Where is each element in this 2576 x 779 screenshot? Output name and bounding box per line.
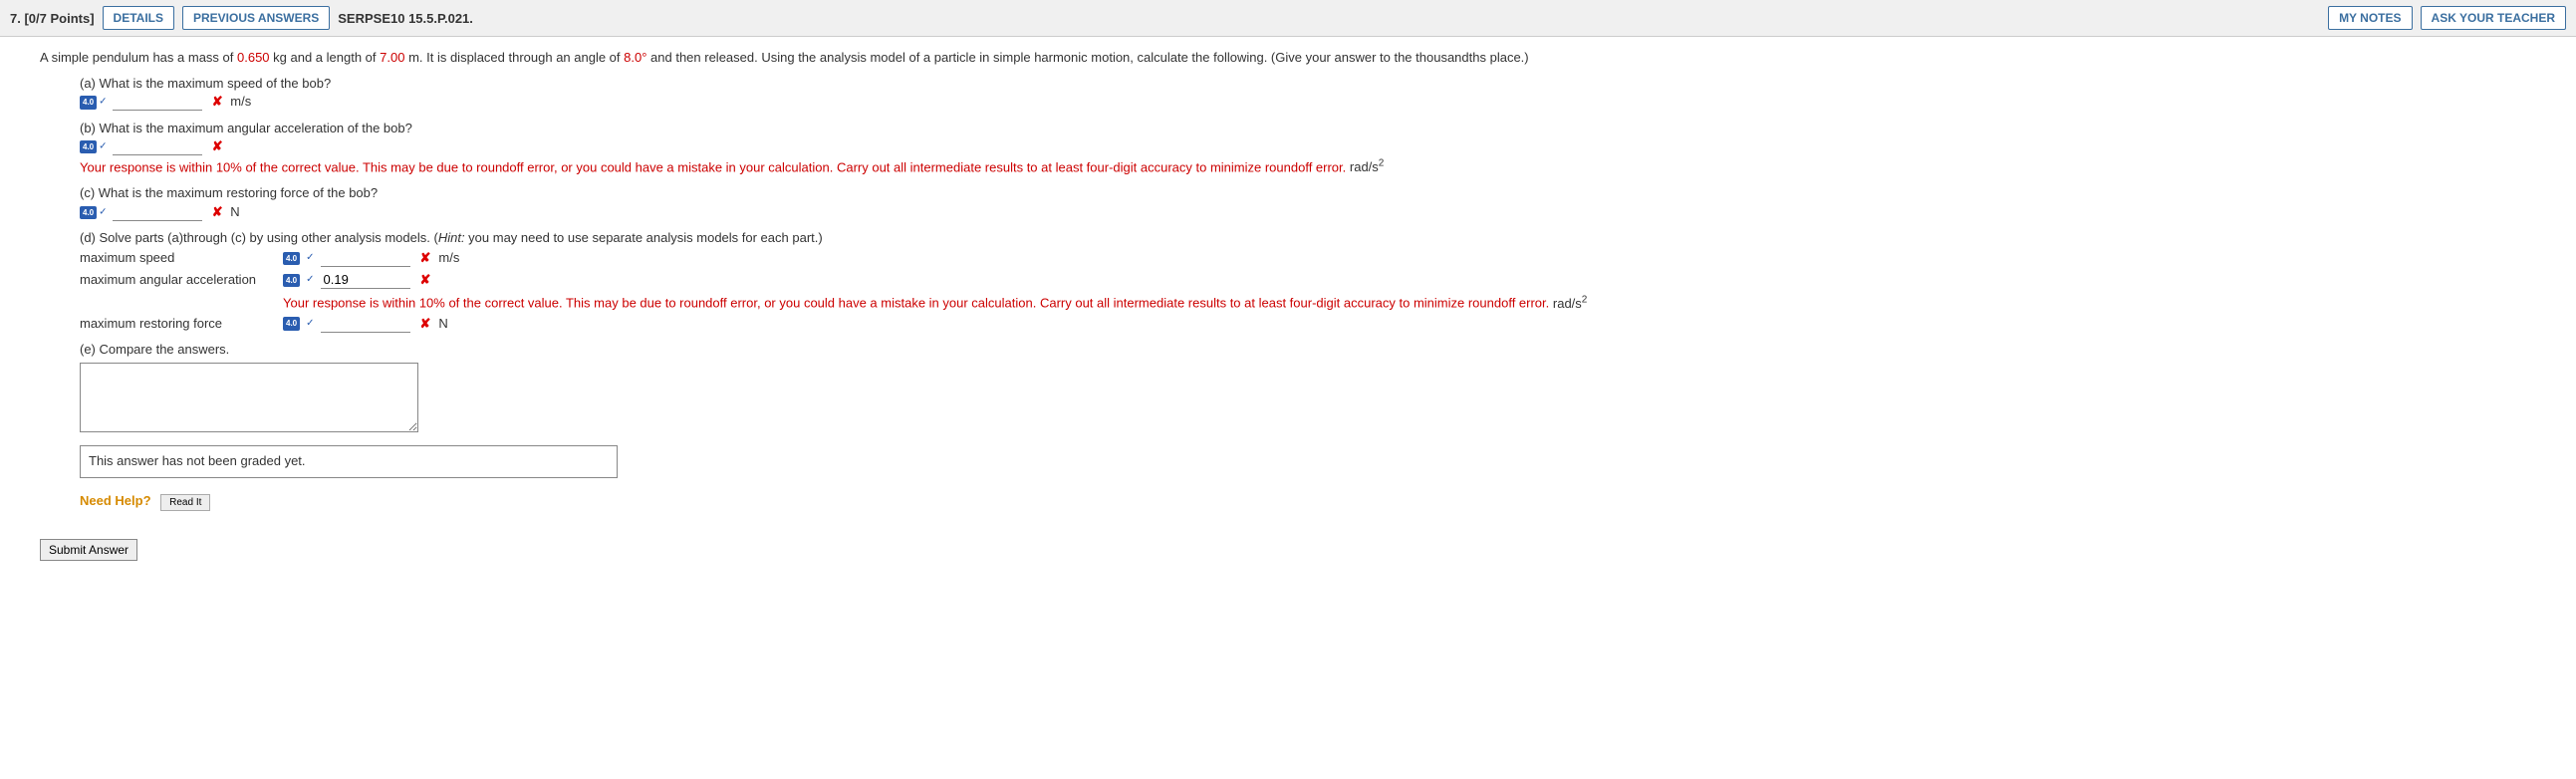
part-e: (e) Compare the answers. This answer has…: [80, 341, 2536, 478]
x-icon: ✘: [212, 94, 223, 109]
points-badge: 4.0: [283, 252, 300, 265]
read-it-button[interactable]: Read It: [160, 494, 210, 511]
d-row1-label: maximum speed: [80, 249, 279, 267]
d-row3-input[interactable]: [321, 315, 410, 333]
part-e-question: (e) Compare the answers.: [80, 341, 2536, 359]
part-c-question: (c) What is the maximum restoring force …: [80, 184, 2536, 202]
angle-value: 8.0°: [624, 50, 646, 65]
part-a-input[interactable]: [113, 93, 202, 111]
d-row2-input[interactable]: [321, 271, 410, 289]
part-d: (d) Solve parts (a)through (c) by using …: [80, 229, 2536, 333]
part-a-unit: m/s: [230, 94, 251, 109]
d-row2-label: maximum angular acceleration: [80, 271, 279, 289]
need-help-row: Need Help? Read It: [80, 492, 2536, 511]
part-a: (a) What is the maximum speed of the bob…: [80, 75, 2536, 111]
x-icon: ✘: [212, 204, 223, 219]
previous-answers-button[interactable]: PREVIOUS ANSWERS: [182, 6, 330, 30]
points-badge: 4.0: [80, 96, 97, 109]
check-icon: ✓: [306, 317, 314, 331]
check-icon: ✓: [99, 97, 107, 108]
length-value: 7.00: [380, 50, 404, 65]
part-b-input[interactable]: [113, 137, 202, 155]
part-b-question: (b) What is the maximum angular accelera…: [80, 120, 2536, 137]
my-notes-button[interactable]: MY NOTES: [2328, 6, 2412, 30]
part-c: (c) What is the maximum restoring force …: [80, 184, 2536, 220]
points-badge: 4.0: [283, 317, 300, 330]
submit-answer-button[interactable]: Submit Answer: [40, 539, 137, 561]
ask-teacher-button[interactable]: ASK YOUR TEACHER: [2421, 6, 2566, 30]
need-help-label: Need Help?: [80, 493, 151, 508]
points-badge: 4.0: [283, 274, 300, 287]
part-c-input[interactable]: [113, 203, 202, 221]
x-icon: ✘: [420, 315, 431, 333]
d-row2-feedback: Your response is within 10% of the corre…: [283, 293, 2536, 313]
part-b: (b) What is the maximum angular accelera…: [80, 120, 2536, 177]
question-body: A simple pendulum has a mass of 0.650 kg…: [0, 37, 2576, 521]
points-badge: 4.0: [80, 140, 97, 153]
part-c-unit: N: [230, 204, 239, 219]
x-icon: ✘: [420, 249, 431, 267]
d-row3-label: maximum restoring force: [80, 315, 279, 333]
check-icon: ✓: [99, 140, 107, 151]
details-button[interactable]: DETAILS: [103, 6, 174, 30]
part-b-feedback: Your response is within 10% of the corre…: [80, 157, 2536, 177]
problem-statement: A simple pendulum has a mass of 0.650 kg…: [40, 49, 2536, 67]
d-row1-input[interactable]: [321, 249, 410, 267]
question-number: 7. [0/7 Points]: [10, 11, 95, 26]
part-a-question: (a) What is the maximum speed of the bob…: [80, 75, 2536, 93]
x-icon: ✘: [212, 138, 223, 153]
d-row1-unit: m/s: [438, 249, 459, 267]
part-e-textarea[interactable]: [80, 363, 418, 432]
check-icon: ✓: [306, 273, 314, 287]
x-icon: ✘: [420, 271, 431, 289]
mass-value: 0.650: [237, 50, 270, 65]
question-header: 7. [0/7 Points] DETAILS PREVIOUS ANSWERS…: [0, 0, 2576, 37]
d-row3-unit: N: [438, 315, 447, 333]
check-icon: ✓: [306, 251, 314, 265]
part-d-question: (d) Solve parts (a)through (c) by using …: [80, 229, 2536, 247]
question-reference: SERPSE10 15.5.P.021.: [338, 11, 473, 26]
check-icon: ✓: [99, 206, 107, 217]
graded-status: This answer has not been graded yet.: [80, 445, 618, 477]
points-badge: 4.0: [80, 206, 97, 219]
